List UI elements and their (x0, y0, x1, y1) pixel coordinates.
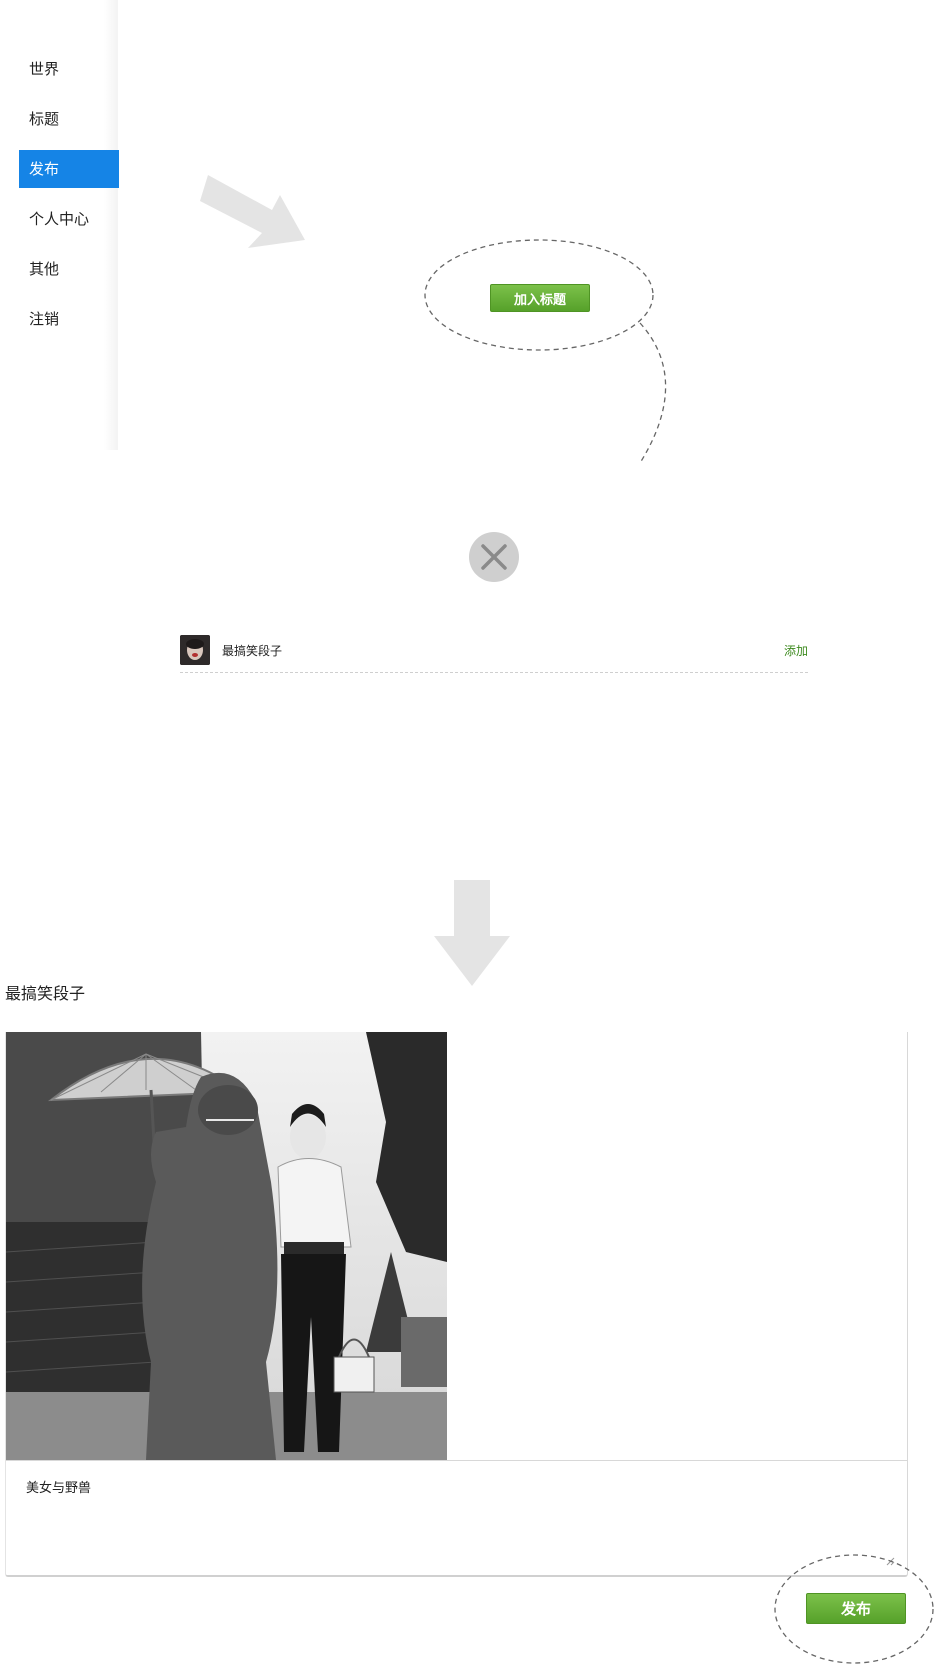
add-title-button[interactable]: 加入标题 (490, 284, 590, 312)
sidebar-item-titles[interactable]: 标题 (19, 100, 119, 138)
arrow-down-icon (434, 880, 510, 986)
post-title: 最搞笑段子 (5, 984, 86, 1003)
post-editor: 美女与野兽 (5, 1032, 908, 1577)
highlight-annotation (424, 239, 667, 464)
avatar (180, 635, 210, 665)
list-item-title: 最搞笑段子 (222, 644, 283, 658)
sidebar-item-other[interactable]: 其他 (19, 250, 119, 288)
sidebar: 世界 标题 发布 个人中心 其他 注销 (0, 0, 119, 450)
sidebar-item-logout[interactable]: 注销 (19, 300, 119, 338)
caption-text: 美女与野兽 (26, 1481, 92, 1496)
arrow-right-icon (200, 175, 305, 248)
add-link[interactable]: 添加 (784, 642, 808, 659)
list-item: 最搞笑段子 添加 (180, 634, 808, 673)
sidebar-item-world[interactable]: 世界 (19, 50, 119, 88)
sidebar-item-publish[interactable]: 发布 (19, 150, 119, 188)
close-icon (481, 544, 507, 570)
publish-button[interactable]: 发布 (806, 1593, 906, 1624)
post-image (6, 1032, 447, 1460)
close-button[interactable] (469, 532, 519, 582)
sidebar-item-profile[interactable]: 个人中心 (19, 200, 119, 238)
